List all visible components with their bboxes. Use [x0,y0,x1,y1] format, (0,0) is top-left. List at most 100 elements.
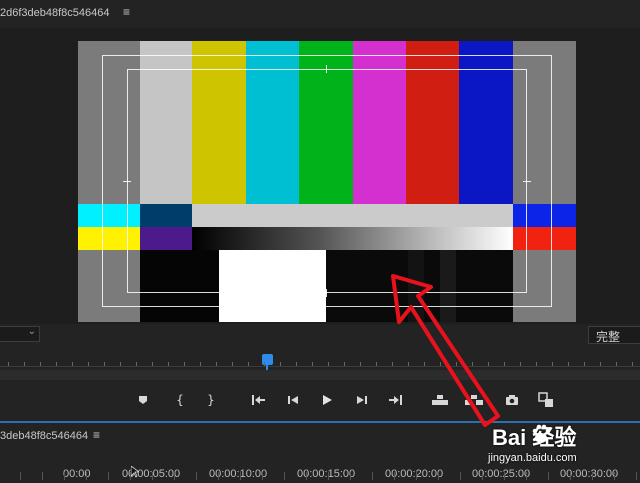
center-mark-bottom [326,289,327,297]
ruler-tick [440,362,441,366]
ruler-tick [328,472,329,480]
baidu-paw-icon [532,424,551,443]
ruler-tick [394,472,395,480]
ruler-tick [424,362,425,366]
watermark-url: jingyan.baidu.com [488,452,577,464]
chevron-down-icon: ⌄ [27,326,36,337]
ruler-tick [600,362,601,366]
ruler-tick [306,472,307,480]
timecode-label: 00:00:25:00 [472,468,531,480]
compare-icon[interactable] [536,390,556,410]
monitor-settings-row: ⌄ 完整 [0,324,640,344]
ruler-tick [232,362,233,366]
program-monitor-tab: 2d6f3deb48f8c546464 ≡ [0,0,640,28]
ruler-tick [72,362,73,366]
mark-out-icon[interactable]: } [201,390,221,410]
ruler-tick [88,362,89,366]
step-forward-icon[interactable] [352,390,372,410]
ruler-tick [136,362,137,366]
transport-controls: { } [0,380,640,420]
ruler-tick [438,472,439,480]
ruler-tick [20,472,21,480]
ruler-tick [614,472,615,480]
ruler-tick [408,362,409,366]
ruler-tick [636,472,637,480]
ruler-tick [240,472,241,480]
ruler-tick [168,362,169,366]
add-marker-icon[interactable] [133,390,153,410]
title-safe-guide [127,69,527,293]
ruler-tick [482,472,483,480]
ruler-tick [372,472,373,480]
ruler-tick [460,472,461,480]
sequence-title: 2d6f3deb48f8c546464 [0,7,110,19]
ruler-tick [24,362,25,366]
ruler-tick [472,362,473,366]
ruler-tick [504,472,505,480]
ruler-tick [350,472,351,480]
ruler-tick [152,362,153,366]
ruler-tick [504,362,505,366]
ruler-tick [568,362,569,366]
go-to-in-icon[interactable] [248,390,268,410]
mouse-cursor-icon [130,465,141,478]
mark-in-icon[interactable]: { [170,390,190,410]
ruler-tick [312,362,313,366]
play-icon[interactable] [317,390,337,410]
ruler-tick [632,362,633,366]
ruler-tick [616,362,617,366]
ruler-tick [488,362,489,366]
ruler-tick [284,472,285,480]
ruler-tick [86,472,87,480]
ruler-tick [196,472,197,480]
export-frame-icon[interactable] [502,390,522,410]
timeline-sequence-title: 3deb48f8c546464 [0,430,89,442]
timecode-label: 00:00:30:00 [560,468,619,480]
zoom-scroll-bar[interactable] [0,370,640,380]
ruler-tick [548,472,549,480]
monitor-time-ruler[interactable] [0,344,640,370]
go-to-out-icon[interactable] [386,390,406,410]
ruler-tick [152,472,153,480]
ruler-tick [344,362,345,366]
ruler-tick [218,472,219,480]
lift-icon[interactable] [430,390,450,410]
ruler-tick [174,472,175,480]
ruler-tick [584,362,585,366]
menu-icon[interactable]: ≡ [123,5,130,19]
ruler-tick [552,362,553,366]
center-mark-left [123,181,131,182]
zoom-level-select[interactable]: ⌄ [0,326,40,342]
ruler-tick [280,362,281,366]
ruler-tick [56,362,57,366]
ruler-tick [120,362,121,366]
ruler-tick [264,362,265,366]
ruler-tick [456,362,457,366]
extract-icon[interactable] [464,390,484,410]
center-mark-right [523,181,531,182]
ruler-tick [262,472,263,480]
playback-resolution-select[interactable]: 完整 [588,326,640,344]
menu-icon[interactable]: ≡ [93,428,100,442]
ruler-tick [64,472,65,480]
ruler-tick [376,362,377,366]
ruler-tick [520,362,521,366]
ruler-tick [296,362,297,366]
ruler-tick [360,362,361,366]
ruler-tick [392,362,393,366]
ruler-tick [104,362,105,366]
ruler-tick [130,472,131,480]
ruler-tick [216,362,217,366]
ruler-tick [536,362,537,366]
center-mark-top [326,65,327,73]
ruler-tick [42,472,43,480]
ruler-tick [184,362,185,366]
step-back-icon[interactable] [283,390,303,410]
ruler-tick [248,362,249,366]
baidu-jingyan-watermark: Bai 经验 jingyan.baidu.com [488,418,640,468]
ruler-tick [328,362,329,366]
ruler-tick [108,472,109,480]
ruler-tick [526,472,527,480]
ruler-tick [200,362,201,366]
ruler-tick [40,362,41,366]
